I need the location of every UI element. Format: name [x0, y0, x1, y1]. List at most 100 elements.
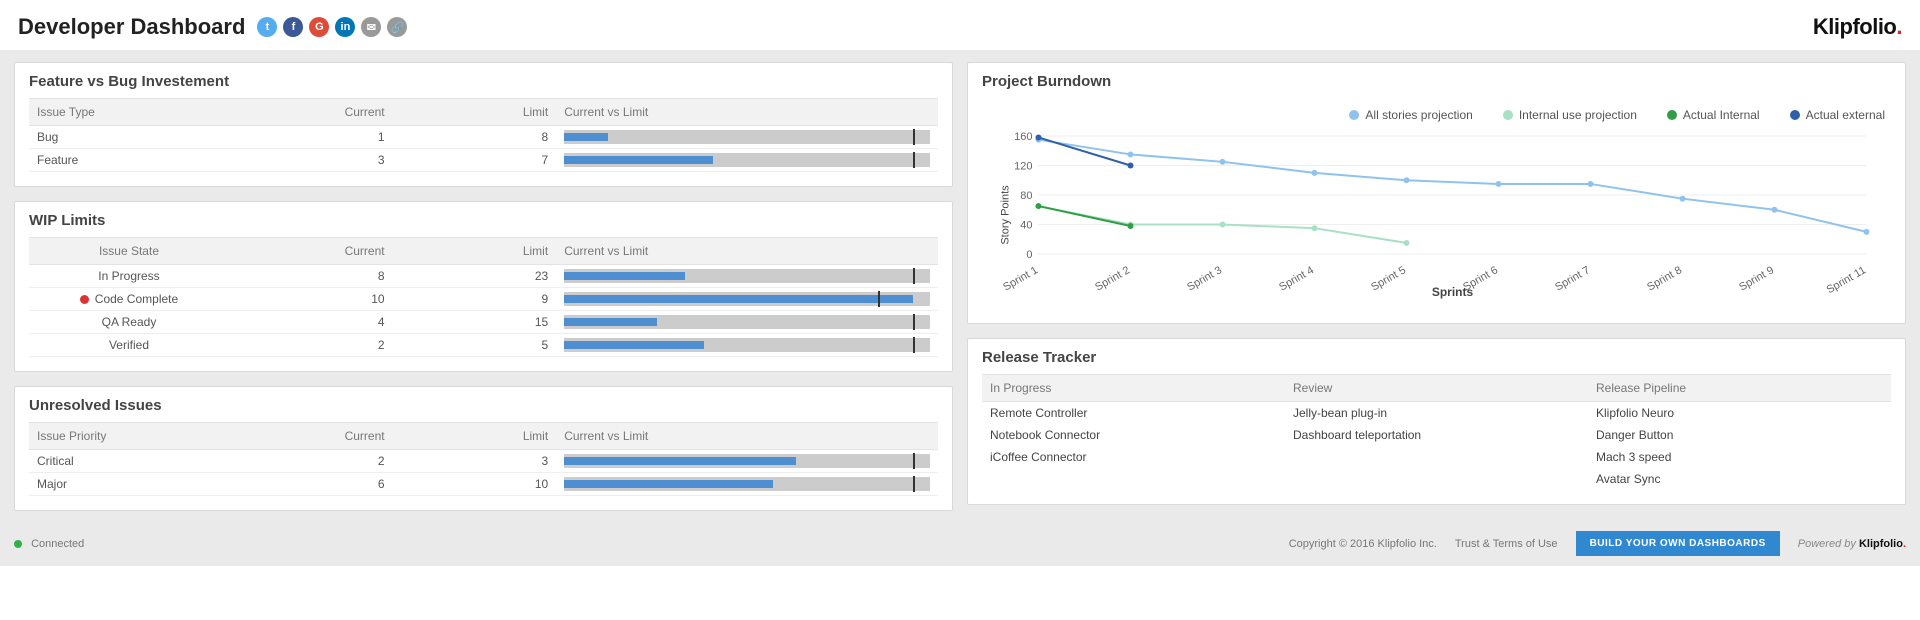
cell-bullet	[556, 149, 938, 172]
cell-label: Code Complete	[29, 288, 229, 311]
share-icons: t f G in ✉ 🔗	[257, 17, 407, 37]
cell-limit: 23	[393, 265, 557, 288]
left-column: Feature vs Bug Investement Issue Type Cu…	[14, 50, 953, 511]
svg-text:Sprint 7: Sprint 7	[1553, 264, 1592, 293]
list-item: Klipfolio Neuro	[1588, 402, 1891, 424]
th-review: Review	[1285, 374, 1588, 402]
th-in-progress: In Progress	[982, 374, 1285, 402]
bullet-chart	[564, 153, 930, 167]
cell-label: Critical	[29, 450, 229, 473]
link-icon[interactable]: 🔗	[387, 17, 407, 37]
th-pipeline: Release Pipeline	[1588, 374, 1891, 402]
panel-unresolved: Unresolved Issues Issue Priority Current…	[14, 386, 953, 511]
panel-title: Release Tracker	[968, 339, 1905, 374]
cell-current: 4	[229, 311, 393, 334]
cell-current: 10	[229, 288, 393, 311]
bullet-chart	[564, 130, 930, 144]
wip-table: Issue State Current Limit Current vs Lim…	[29, 237, 938, 357]
topbar-left: Developer Dashboard t f G in ✉ 🔗	[18, 14, 407, 40]
svg-text:80: 80	[1020, 190, 1032, 202]
cell-label: Feature	[29, 149, 229, 172]
svg-text:Sprint 4: Sprint 4	[1277, 264, 1316, 293]
powered-by: Powered by Klipfolio.	[1798, 538, 1906, 550]
cell-label: Bug	[29, 126, 229, 149]
cell-bullet	[556, 311, 938, 334]
svg-text:160: 160	[1014, 131, 1032, 143]
svg-text:Sprint 3: Sprint 3	[1185, 264, 1224, 293]
table-row: Major610	[29, 473, 938, 496]
cell-bullet	[556, 288, 938, 311]
list-item: Remote Controller	[982, 402, 1285, 424]
th-current: Current	[229, 99, 393, 126]
footer: Connected Copyright © 2016 Klipfolio Inc…	[0, 525, 1920, 566]
col-review: Review Jelly-bean plug-inDashboard telep…	[1285, 374, 1588, 490]
table-row: Feature37	[29, 149, 938, 172]
th-cvl: Current vs Limit	[556, 238, 938, 265]
brand-logo[interactable]: Klipfolio.	[1813, 14, 1902, 40]
email-icon[interactable]: ✉	[361, 17, 381, 37]
cell-label: Verified	[29, 334, 229, 357]
cell-current: 3	[229, 149, 393, 172]
linkedin-icon[interactable]: in	[335, 17, 355, 37]
cell-limit: 8	[393, 126, 557, 149]
cell-limit: 7	[393, 149, 557, 172]
footer-right: Copyright © 2016 Klipfolio Inc. Trust & …	[1289, 531, 1906, 556]
cell-bullet	[556, 473, 938, 496]
cell-limit: 5	[393, 334, 557, 357]
list-item: Mach 3 speed	[1588, 446, 1891, 468]
panel-feature-vs-bug: Feature vs Bug Investement Issue Type Cu…	[14, 62, 953, 187]
table-row: QA Ready415	[29, 311, 938, 334]
cell-bullet	[556, 334, 938, 357]
svg-text:Sprints: Sprints	[1432, 285, 1474, 299]
cell-current: 2	[229, 334, 393, 357]
legend-internal-proj: Internal use projection	[1503, 108, 1637, 122]
workspace: Feature vs Bug Investement Issue Type Cu…	[0, 50, 1920, 525]
th-current: Current	[229, 423, 393, 450]
bullet-chart	[564, 338, 930, 352]
th-issue: Issue Priority	[29, 423, 229, 450]
trust-link[interactable]: Trust & Terms of Use	[1455, 538, 1558, 550]
bullet-chart	[564, 269, 930, 283]
panel-burndown: Project Burndown All stories projection …	[967, 62, 1906, 324]
facebook-icon[interactable]: f	[283, 17, 303, 37]
burndown-chart: All stories projection Internal use proj…	[968, 98, 1905, 323]
list-item: Jelly-bean plug-in	[1285, 402, 1588, 424]
cell-bullet	[556, 450, 938, 473]
th-limit: Limit	[393, 99, 557, 126]
right-column: Project Burndown All stories projection …	[967, 50, 1906, 511]
panel-title: Unresolved Issues	[15, 387, 952, 422]
cell-label: In Progress	[29, 265, 229, 288]
cell-limit: 9	[393, 288, 557, 311]
th-limit: Limit	[393, 423, 557, 450]
twitter-icon[interactable]: t	[257, 17, 277, 37]
th-issue: Issue Type	[29, 99, 229, 126]
cell-limit: 3	[393, 450, 557, 473]
topbar: Developer Dashboard t f G in ✉ 🔗 Klipfol…	[0, 0, 1920, 50]
google-plus-icon[interactable]: G	[309, 17, 329, 37]
svg-text:Sprint 1: Sprint 1	[1001, 264, 1040, 293]
cell-current: 6	[229, 473, 393, 496]
build-dashboards-button[interactable]: BUILD YOUR OWN DASHBOARDS	[1576, 531, 1780, 556]
svg-text:120: 120	[1014, 161, 1032, 173]
col-in-progress: In Progress Remote ControllerNotebook Co…	[982, 374, 1285, 490]
chart-legend: All stories projection Internal use proj…	[988, 104, 1885, 130]
panel-title: Project Burndown	[968, 63, 1905, 98]
th-cvl: Current vs Limit	[556, 99, 938, 126]
burndown-svg: Story Points04080120160Sprint 1Sprint 2S…	[988, 130, 1885, 300]
cell-current: 2	[229, 450, 393, 473]
list-item: Dashboard teleportation	[1285, 424, 1588, 446]
cell-bullet	[556, 265, 938, 288]
connected-icon	[14, 540, 22, 548]
table-row: Verified25	[29, 334, 938, 357]
unres-table: Issue Priority Current Limit Current vs …	[29, 422, 938, 496]
col-pipeline: Release Pipeline Klipfolio NeuroDanger B…	[1588, 374, 1891, 490]
status-dot-icon	[80, 295, 89, 304]
bullet-chart	[564, 292, 930, 306]
cell-current: 8	[229, 265, 393, 288]
bullet-chart	[564, 454, 930, 468]
brand-logo-small[interactable]: Klipfolio.	[1859, 538, 1906, 550]
page-title: Developer Dashboard	[18, 14, 245, 40]
th-cvl: Current vs Limit	[556, 423, 938, 450]
svg-text:40: 40	[1020, 220, 1032, 232]
th-current: Current	[229, 238, 393, 265]
